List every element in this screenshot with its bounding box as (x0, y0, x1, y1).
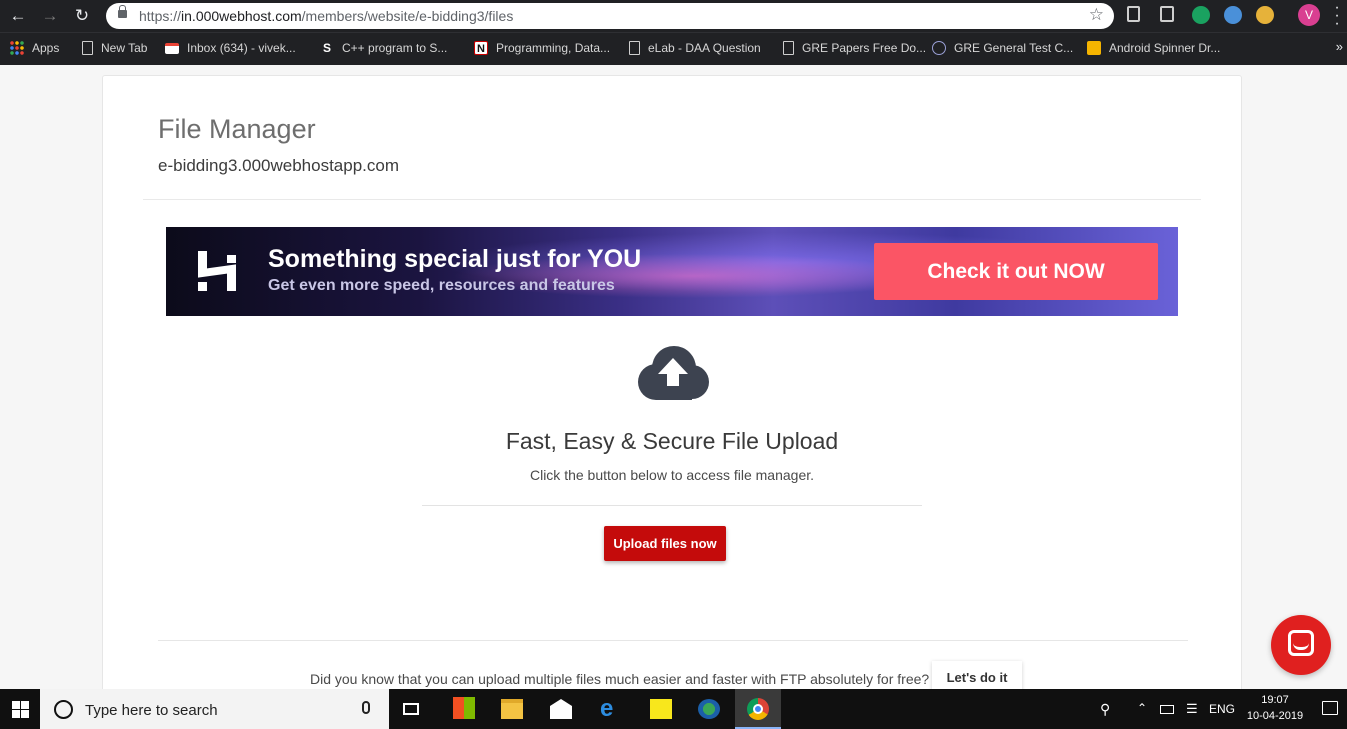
chrome-taskbar-button[interactable] (735, 689, 781, 729)
banner-cta-button[interactable]: Check it out NOW (874, 243, 1158, 300)
bookmark-gre-papers[interactable]: GRE Papers Free Do... (783, 39, 926, 57)
address-url[interactable]: https://in.000webhost.com/members/websit… (139, 8, 513, 24)
bookmark-label: Apps (32, 41, 60, 55)
cloud-upload-icon (638, 346, 709, 400)
site-domain: e-bidding3.000webhostapp.com (158, 156, 400, 175)
ftp-info-text: Did you know that you can upload multipl… (310, 671, 930, 687)
edge-icon[interactable]: e (600, 697, 622, 721)
bookmark-label: Android Spinner Dr... (1109, 41, 1221, 55)
taskbar-search-placeholder: Type here to search (85, 702, 218, 719)
gmail-icon (165, 42, 179, 54)
language-indicator[interactable]: ENG (1209, 702, 1235, 716)
mail-icon[interactable] (550, 699, 572, 719)
bookmark-star-icon[interactable]: ☆ (1089, 5, 1104, 25)
bookmark-label: Inbox (634) - vivek... (187, 41, 296, 55)
bookmark-new-tab[interactable]: New Tab (82, 39, 147, 57)
back-arrow-icon[interactable]: ← (8, 6, 28, 26)
bookmarks-bar: Apps New Tab Inbox (634) - vivek... S C+… (0, 32, 1347, 65)
sticky-notes-icon[interactable] (650, 699, 672, 719)
page-icon (82, 41, 93, 55)
lock-icon (118, 5, 127, 18)
globe-icon (932, 41, 946, 55)
promo-banner[interactable]: Something special just for YOU Get even … (166, 227, 1178, 316)
banner-subline: Get even more speed, resources and featu… (268, 277, 615, 294)
system-clock[interactable]: 19:07 10-04-2019 (1243, 692, 1307, 724)
extension-doc-icon[interactable] (1160, 6, 1174, 22)
n-icon: N (474, 41, 488, 55)
bookmark-label: eLab - DAA Question (648, 41, 761, 55)
bookmark-label: GRE General Test C... (954, 41, 1074, 55)
bookmark-label: C++ program to S... (342, 41, 448, 55)
extension-face-icon[interactable] (1256, 6, 1274, 24)
action-center-icon[interactable] (1322, 701, 1338, 715)
address-bar[interactable]: https://in.000webhost.com/members/websit… (106, 3, 1114, 29)
profile-avatar[interactable]: V (1298, 4, 1320, 26)
apps-grid-icon (10, 41, 24, 55)
file-manager-card: File Manager e-bidding3.000webhostapp.co… (102, 75, 1242, 715)
bookmark-label: Programming, Data... (496, 41, 611, 55)
bookmark-apps[interactable]: Apps (10, 39, 59, 57)
page-icon (783, 41, 794, 55)
divider (422, 505, 922, 506)
hostinger-logo (198, 251, 236, 291)
divider (158, 640, 1188, 641)
bookmark-inbox[interactable]: Inbox (634) - vivek... (165, 39, 296, 57)
forward-arrow-icon[interactable]: → (40, 6, 60, 26)
battery-icon[interactable] (1160, 705, 1174, 714)
banner-headline: Something special just for YOU (268, 245, 642, 273)
bookmark-cpp[interactable]: S C++ program to S... (320, 39, 447, 57)
reload-icon[interactable]: ↻ (72, 6, 92, 26)
microphone-icon[interactable] (362, 701, 370, 714)
task-view-icon[interactable] (403, 703, 419, 715)
tray-chevron-icon[interactable]: ⌃ (1137, 701, 1147, 715)
chrome-icon-center (753, 704, 763, 714)
bookmark-label: New Tab (101, 41, 148, 55)
cortana-icon (54, 700, 73, 719)
wifi-icon[interactable]: ☰ (1186, 701, 1198, 717)
clock-time: 19:07 (1261, 694, 1289, 706)
bookmark-label: GRE Papers Free Do... (802, 41, 927, 55)
s-icon: S (322, 41, 331, 55)
taskbar: Type here to search e ⚲ ⌃ ☰ ENG 19:07 10… (0, 689, 1347, 729)
bookmark-elab[interactable]: eLab - DAA Question (629, 39, 761, 57)
upload-subtitle: Click the button below to access file ma… (529, 467, 815, 483)
upload-title: Fast, Easy & Secure File Upload (505, 428, 839, 454)
taskbar-search-box[interactable]: Type here to search (40, 689, 389, 729)
extension-blue-icon[interactable] (1224, 6, 1242, 24)
bookmark-programming[interactable]: N Programming, Data... (474, 39, 610, 57)
browser-menu-icon[interactable]: · · · (1333, 0, 1341, 32)
extension-copy-icon[interactable] (1127, 6, 1140, 22)
upload-files-button[interactable]: Upload files now (604, 526, 726, 561)
bookmarks-overflow-icon[interactable]: » (1336, 39, 1343, 54)
divider (143, 199, 1201, 200)
bookmark-yellow-icon (1087, 41, 1101, 55)
file-explorer-icon[interactable] (501, 699, 523, 719)
people-icon[interactable]: ⚲ (1100, 701, 1110, 718)
page-icon (629, 41, 640, 55)
page-title: File Manager (158, 114, 316, 144)
browser-globe-icon[interactable] (698, 699, 720, 719)
bookmark-gre-general[interactable]: GRE General Test C... (932, 39, 1073, 57)
extension-green-icon[interactable] (1192, 6, 1210, 24)
store-icon[interactable] (453, 697, 475, 719)
windows-start-icon[interactable] (12, 701, 29, 718)
page-content: File Manager e-bidding3.000webhostapp.co… (0, 65, 1347, 715)
chat-support-button[interactable] (1271, 615, 1331, 675)
bookmark-android-spinner[interactable]: Android Spinner Dr... (1087, 39, 1220, 57)
browser-toolbar: ← → ↻ https://in.000webhost.com/members/… (0, 0, 1347, 32)
clock-date: 10-04-2019 (1246, 710, 1304, 722)
